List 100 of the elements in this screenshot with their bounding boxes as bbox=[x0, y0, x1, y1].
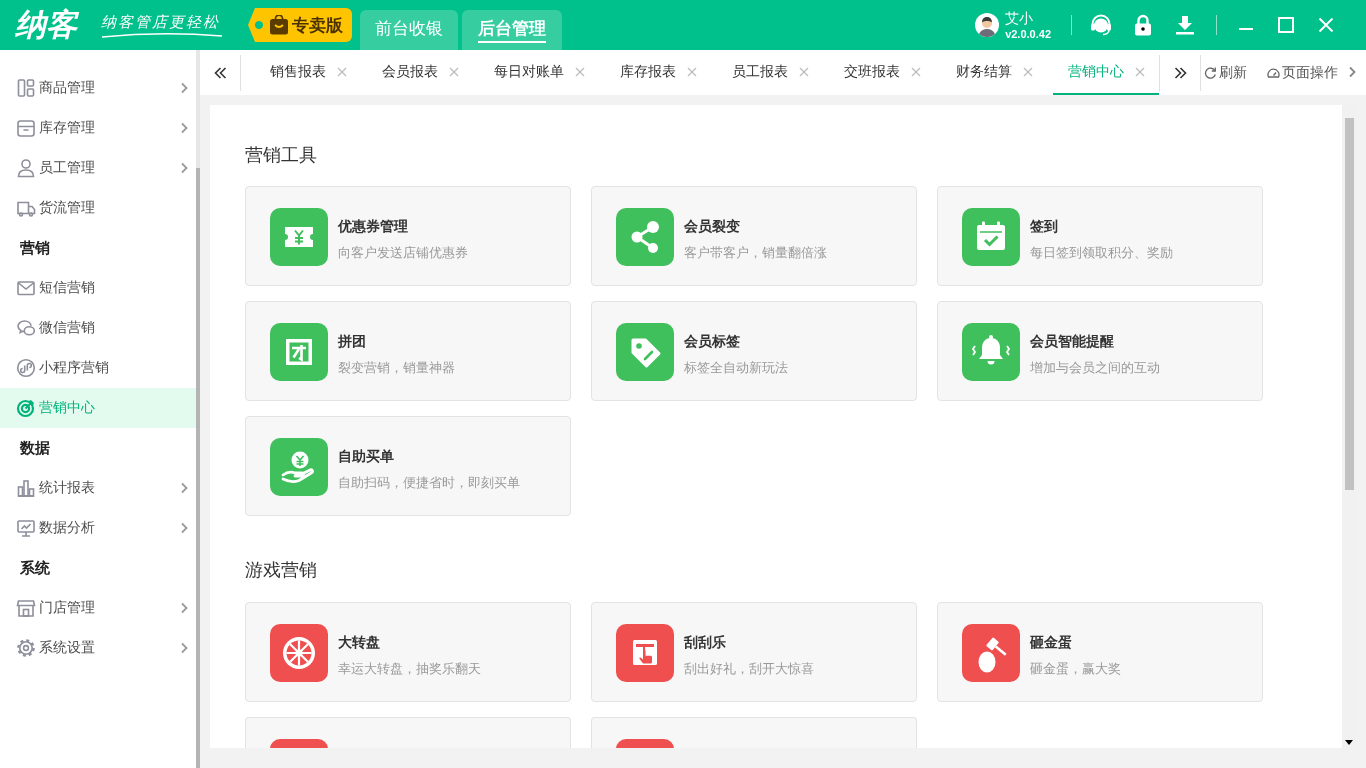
card-title: 自助买单 bbox=[338, 447, 395, 466]
double-chevron-right-icon[interactable] bbox=[1173, 66, 1187, 79]
page-tab[interactable]: 财务结算 bbox=[941, 50, 1047, 95]
chevron-right-icon[interactable] bbox=[180, 482, 188, 494]
sidebar-item[interactable]: 门店管理 bbox=[0, 588, 196, 628]
target-icon bbox=[16, 398, 36, 418]
bar-chart-icon bbox=[16, 478, 36, 498]
feature-card[interactable]: 自助买单 自助扫码，便捷省时，即刻买单 bbox=[245, 416, 571, 516]
sidebar-item[interactable]: 数据分析 bbox=[0, 508, 196, 548]
refresh-button[interactable]: 刷新 bbox=[1204, 63, 1247, 82]
card-description: 增加与会员之间的互动 bbox=[1030, 359, 1160, 377]
card-title: 签到 bbox=[1030, 217, 1059, 236]
feature-card[interactable]: 砸金蛋 砸金蛋，赢大奖 bbox=[937, 602, 1263, 702]
share-icon bbox=[616, 208, 674, 266]
card-title: 会员智能提醒 bbox=[1030, 332, 1115, 351]
avatar-icon[interactable] bbox=[975, 13, 1000, 37]
gear-icon bbox=[16, 638, 36, 658]
feature-card[interactable] bbox=[245, 717, 571, 748]
sidebar-item[interactable]: 员工管理 bbox=[0, 148, 196, 188]
sidebar-item[interactable]: 小程序营销 bbox=[0, 348, 196, 388]
card-description: 幸运大转盘，抽奖乐翻天 bbox=[338, 660, 481, 678]
refresh-icon bbox=[1204, 66, 1217, 79]
tile-icon bbox=[616, 739, 674, 748]
feature-card[interactable]: 会员标签 标签全自动新玩法 bbox=[591, 301, 917, 401]
feature-card[interactable]: 会员智能提醒 增加与会员之间的互动 bbox=[937, 301, 1263, 401]
card-description: 向客户发送店铺优惠券 bbox=[338, 244, 468, 262]
card-pointer-icon bbox=[616, 624, 674, 682]
sidebar-section-title: 数据 bbox=[19, 438, 51, 458]
headset-icon[interactable] bbox=[1089, 13, 1113, 37]
swoosh-icon bbox=[101, 32, 223, 38]
chevron-right-icon[interactable] bbox=[180, 82, 188, 94]
sidebar-item[interactable]: 系统设置 bbox=[0, 628, 196, 668]
close-icon[interactable] bbox=[1023, 66, 1033, 77]
sidebar-section-title: 系统 bbox=[19, 558, 51, 578]
sidebar-item[interactable]: 短信营销 bbox=[0, 268, 196, 308]
page-tab[interactable]: 销售报表 bbox=[255, 50, 361, 95]
sidebar-item[interactable]: 微信营销 bbox=[0, 308, 196, 348]
close-icon[interactable] bbox=[575, 66, 585, 77]
close-icon[interactable] bbox=[687, 66, 697, 77]
grid-icon bbox=[16, 78, 36, 98]
edition-label: 专卖版 bbox=[292, 14, 343, 37]
archive-box-icon bbox=[16, 118, 36, 138]
sidebar-item[interactable]: 统计报表 bbox=[0, 468, 196, 508]
chevron-right-icon[interactable] bbox=[180, 162, 188, 174]
feature-card[interactable]: 会员裂变 客户带客户，销量翻倍涨 bbox=[591, 186, 917, 286]
section-heading: 营销工具 bbox=[245, 143, 317, 167]
feature-card[interactable]: 刮刮乐 刮出好礼，刮开大惊喜 bbox=[591, 602, 917, 702]
maximize-icon[interactable] bbox=[1278, 17, 1294, 33]
sidebar-item[interactable]: 商品管理 bbox=[0, 68, 196, 108]
sidebar-item[interactable]: 库存管理 bbox=[0, 108, 196, 148]
chat-bubbles-icon bbox=[16, 318, 36, 338]
page-operations-button[interactable]: 页面操作 bbox=[1267, 63, 1338, 82]
double-chevron-left-icon[interactable] bbox=[213, 66, 227, 79]
calendar-check-icon bbox=[962, 208, 1020, 266]
card-description: 标签全自动新玩法 bbox=[684, 359, 788, 377]
hand-coin-icon bbox=[270, 438, 328, 496]
hammer-egg-icon bbox=[962, 624, 1020, 682]
card-title: 大转盘 bbox=[338, 633, 381, 652]
close-icon[interactable] bbox=[799, 66, 809, 77]
card-description: 裂变营销，销量神器 bbox=[338, 359, 455, 377]
ticket-icon bbox=[270, 208, 328, 266]
page-tab[interactable]: 每日对账单 bbox=[479, 50, 599, 95]
shopping-bag-icon bbox=[269, 15, 289, 35]
monitor-chart-icon bbox=[16, 518, 36, 538]
envelope-icon bbox=[16, 278, 36, 298]
card-description: 客户带客户，销量翻倍涨 bbox=[684, 244, 827, 262]
bell-icon bbox=[962, 323, 1020, 381]
chevron-right-icon[interactable] bbox=[180, 522, 188, 534]
chevron-right-icon[interactable] bbox=[180, 642, 188, 654]
sidebar-item[interactable]: 货流管理 bbox=[0, 188, 196, 228]
user-name: 艾小 bbox=[1005, 9, 1035, 27]
section-heading: 游戏营销 bbox=[245, 558, 317, 582]
download-icon[interactable] bbox=[1175, 15, 1195, 35]
feature-card[interactable]: 优惠券管理 向客户发送店铺优惠券 bbox=[245, 186, 571, 286]
card-description: 每日签到领取积分、奖励 bbox=[1030, 244, 1173, 262]
page-tab[interactable]: 员工报表 bbox=[717, 50, 823, 95]
close-icon[interactable] bbox=[449, 66, 459, 77]
chevron-right-icon[interactable] bbox=[180, 602, 188, 614]
feature-card[interactable] bbox=[591, 717, 917, 748]
card-description: 自助扫码，便捷省时，即刻买单 bbox=[338, 474, 520, 492]
tag-icon bbox=[616, 323, 674, 381]
feature-card[interactable]: 大转盘 幸运大转盘，抽奖乐翻天 bbox=[245, 602, 571, 702]
close-icon[interactable] bbox=[911, 66, 921, 77]
card-title: 会员裂变 bbox=[684, 217, 741, 236]
feature-card[interactable]: 签到 每日签到领取积分、奖励 bbox=[937, 186, 1263, 286]
chevron-right-icon[interactable] bbox=[180, 122, 188, 134]
close-icon[interactable] bbox=[337, 66, 347, 77]
slogan-text: 纳客管店更轻松 bbox=[101, 12, 220, 32]
feature-card[interactable]: 拼团 裂变营销，销量神器 bbox=[245, 301, 571, 401]
chevron-right-icon[interactable] bbox=[1348, 65, 1356, 78]
card-title: 会员标签 bbox=[684, 332, 741, 351]
card-title: 刮刮乐 bbox=[684, 633, 727, 652]
page-tab[interactable]: 交班报表 bbox=[829, 50, 935, 95]
scrollbar[interactable] bbox=[196, 50, 200, 768]
page-tab[interactable]: 库存报表 bbox=[605, 50, 711, 95]
page-tab[interactable]: 会员报表 bbox=[367, 50, 473, 95]
logo-text: 纳客 bbox=[15, 7, 80, 43]
lock-icon[interactable] bbox=[1134, 14, 1152, 36]
card-title: 砸金蛋 bbox=[1030, 633, 1073, 652]
close-icon[interactable] bbox=[1135, 66, 1145, 77]
